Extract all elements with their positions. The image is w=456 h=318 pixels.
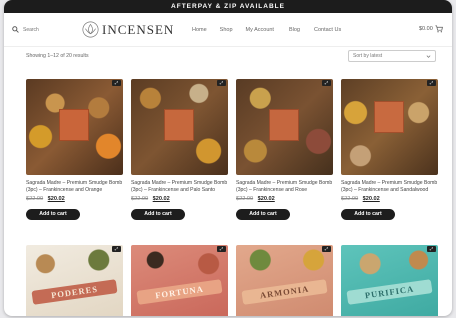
sort-value: Sort by latest (353, 53, 383, 59)
old-price: $22.00 (341, 196, 359, 202)
cart-total: $0.00 (419, 26, 433, 32)
chevron-down-icon (426, 54, 431, 58)
product-price: $22.00 $20.02 (26, 196, 123, 202)
product-image[interactable]: PODERES ⤢ (26, 245, 123, 316)
product-card[interactable]: ⤢ Sagrada Madre – Premium Smudge Bomb (3… (341, 79, 438, 220)
search-input[interactable] (23, 26, 63, 33)
shop-toolbar: Showing 1–12 of 20 results Sort by lates… (4, 47, 452, 65)
main-nav: Home Shop My Account Blog Contact Us (192, 27, 359, 33)
product-card[interactable]: PURIFICA ⤢ (341, 245, 438, 316)
product-card[interactable]: ⤢ Sagrada Madre – Premium Smudge Bomb (3… (26, 79, 123, 220)
product-price: $22.00 $20.02 (236, 196, 333, 202)
cart-link[interactable]: $0.00 (419, 25, 443, 33)
old-price: $22.00 (236, 196, 254, 202)
old-price: $22.00 (131, 196, 149, 202)
expand-icon[interactable]: ⤢ (217, 246, 226, 252)
lotus-logo-icon (82, 21, 99, 38)
nav-home[interactable]: Home (192, 27, 207, 33)
add-to-cart-button[interactable]: Add to cart (26, 208, 80, 220)
cart-icon[interactable] (435, 25, 443, 33)
product-image[interactable]: ⤢ (236, 79, 333, 175)
search-icon[interactable] (12, 26, 19, 33)
product-title[interactable]: Sagrada Madre – Premium Smudge Bomb (3pc… (236, 180, 333, 193)
sale-price: $20.02 (152, 196, 170, 202)
sale-price: $20.02 (362, 196, 380, 202)
product-title[interactable]: Sagrada Madre – Premium Smudge Bomb (3pc… (26, 180, 123, 193)
product-image[interactable]: ⤢ (131, 79, 228, 175)
logo-text: INCENSEN (102, 21, 175, 37)
expand-icon[interactable]: ⤢ (427, 246, 436, 252)
product-title[interactable]: Sagrada Madre – Premium Smudge Bomb (3pc… (341, 180, 438, 193)
product-image[interactable]: ⤢ (341, 79, 438, 175)
product-image[interactable]: PURIFICA ⤢ (341, 245, 438, 316)
product-title[interactable]: Sagrada Madre – Premium Smudge Bomb (3pc… (131, 180, 228, 193)
product-banner: ARMONIA (241, 279, 328, 305)
product-card[interactable]: ⤢ Sagrada Madre – Premium Smudge Bomb (3… (131, 79, 228, 220)
nav-blog[interactable]: Blog (289, 27, 300, 33)
add-to-cart-button[interactable]: Add to cart (341, 208, 395, 220)
expand-icon[interactable]: ⤢ (112, 246, 121, 252)
browser-frame: AFTERPAY & ZIP AVAILABLE INCENSEN Home S… (4, 0, 452, 316)
sale-price: $20.02 (47, 196, 65, 202)
sale-price: $20.02 (257, 196, 275, 202)
add-to-cart-button[interactable]: Add to cart (131, 208, 185, 220)
announcement-bar: AFTERPAY & ZIP AVAILABLE (4, 0, 452, 13)
product-image[interactable]: ARMONIA ⤢ (236, 245, 333, 316)
product-card[interactable]: FORTUNA ⤢ (131, 245, 228, 316)
add-to-cart-button[interactable]: Add to cart (236, 208, 290, 220)
product-image[interactable]: FORTUNA ⤢ (131, 245, 228, 316)
expand-icon[interactable]: ⤢ (112, 80, 121, 86)
product-banner: FORTUNA (136, 279, 223, 305)
product-price: $22.00 $20.02 (341, 196, 438, 202)
nav-contact-us[interactable]: Contact Us (314, 27, 341, 33)
product-price: $22.00 $20.02 (131, 196, 228, 202)
product-banner: PODERES (31, 279, 118, 305)
expand-icon[interactable]: ⤢ (322, 246, 331, 252)
product-card[interactable]: PODERES ⤢ (26, 245, 123, 316)
sort-select[interactable]: Sort by latest (348, 50, 436, 62)
result-count: Showing 1–12 of 20 results (26, 53, 89, 59)
site-header: INCENSEN Home Shop My Account Blog Conta… (4, 13, 452, 47)
product-card[interactable]: ⤢ Sagrada Madre – Premium Smudge Bomb (3… (236, 79, 333, 220)
expand-icon[interactable]: ⤢ (322, 80, 331, 86)
product-card[interactable]: ARMONIA ⤢ (236, 245, 333, 316)
expand-icon[interactable]: ⤢ (427, 80, 436, 86)
site-logo[interactable]: INCENSEN (82, 21, 174, 38)
nav-my-account[interactable]: My Account (246, 27, 274, 33)
old-price: $22.00 (26, 196, 44, 202)
search-box[interactable] (12, 26, 63, 33)
product-banner: PURIFICA (346, 279, 433, 305)
nav-shop[interactable]: Shop (220, 27, 233, 33)
expand-icon[interactable]: ⤢ (217, 80, 226, 86)
product-image[interactable]: ⤢ (26, 79, 123, 175)
